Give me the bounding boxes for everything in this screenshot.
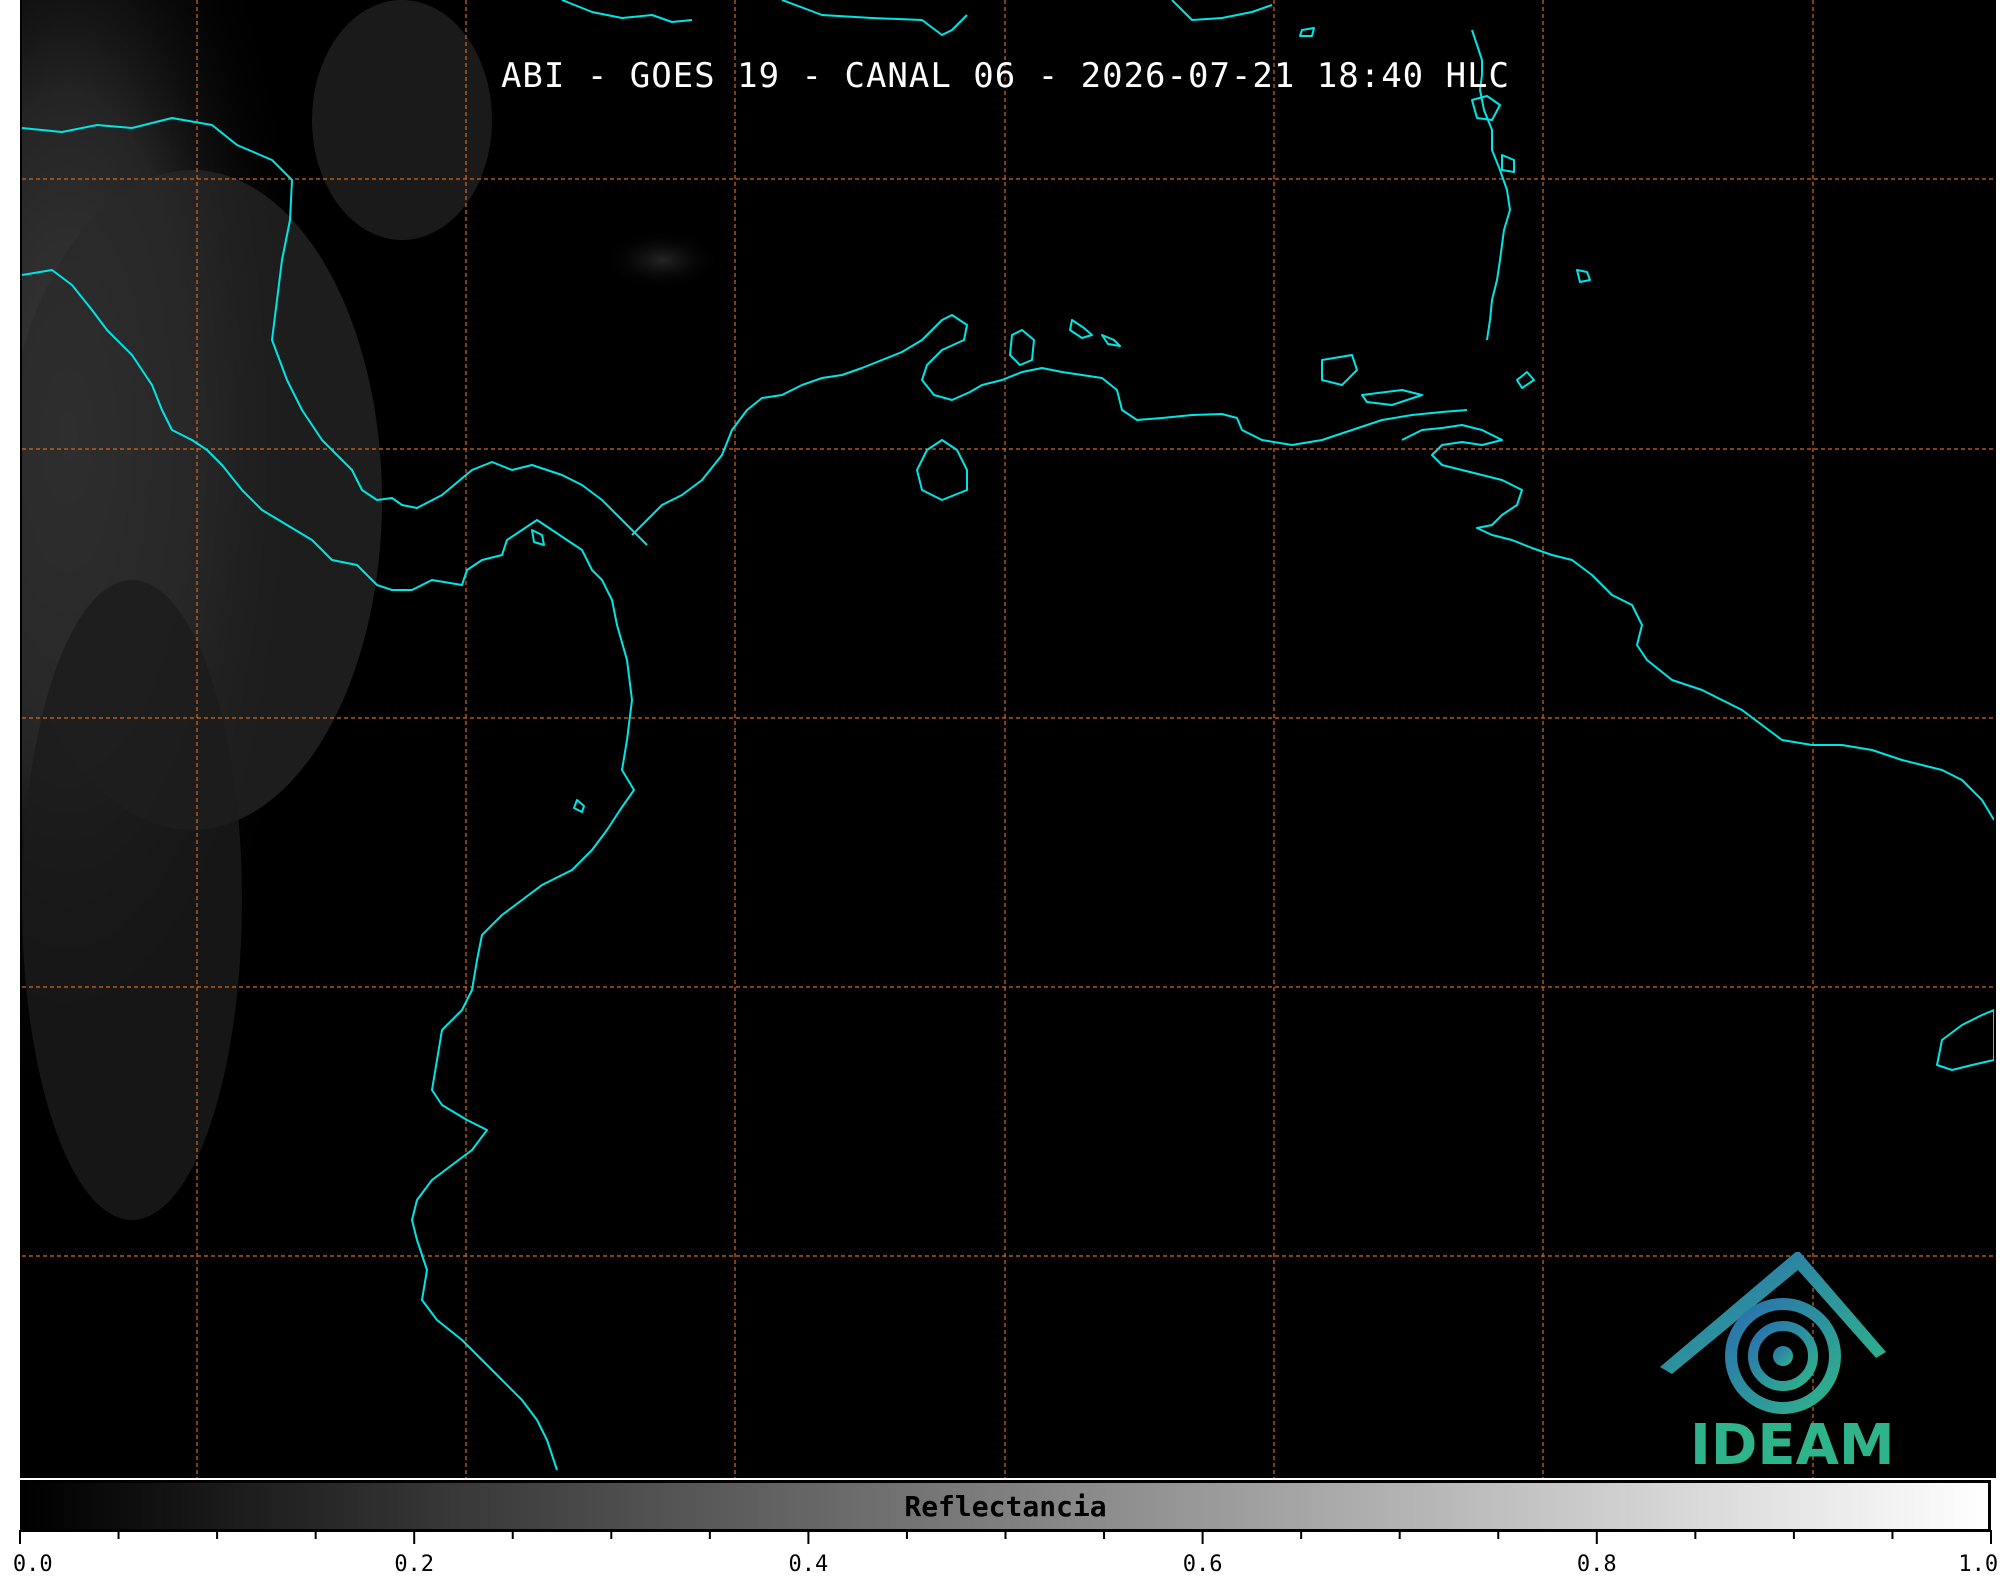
colorbar-tick-label: 1.0 — [1958, 1552, 1999, 1577]
colorbar-ticks — [19, 1530, 1992, 1544]
cloud-region — [312, 0, 492, 240]
colorbar-tick-label: 0.8 — [1576, 1552, 1617, 1577]
colorbar-tick-label: 0.2 — [394, 1552, 435, 1577]
colorbar-tick-label: 0.6 — [1182, 1552, 1223, 1577]
colorbar-label: Reflectancia — [904, 1490, 1107, 1523]
cloud-region — [602, 230, 722, 290]
cloud-region — [22, 580, 242, 1220]
colorbar-tick-label: 0.4 — [788, 1552, 829, 1577]
map-title: ABI - GOES 19 - CANAL 06 - 2026-07-21 18… — [500, 56, 1511, 96]
ideam-logo-text: IDEAM — [1690, 1413, 1895, 1478]
colorbar-tick-label: 0.0 — [12, 1552, 53, 1577]
